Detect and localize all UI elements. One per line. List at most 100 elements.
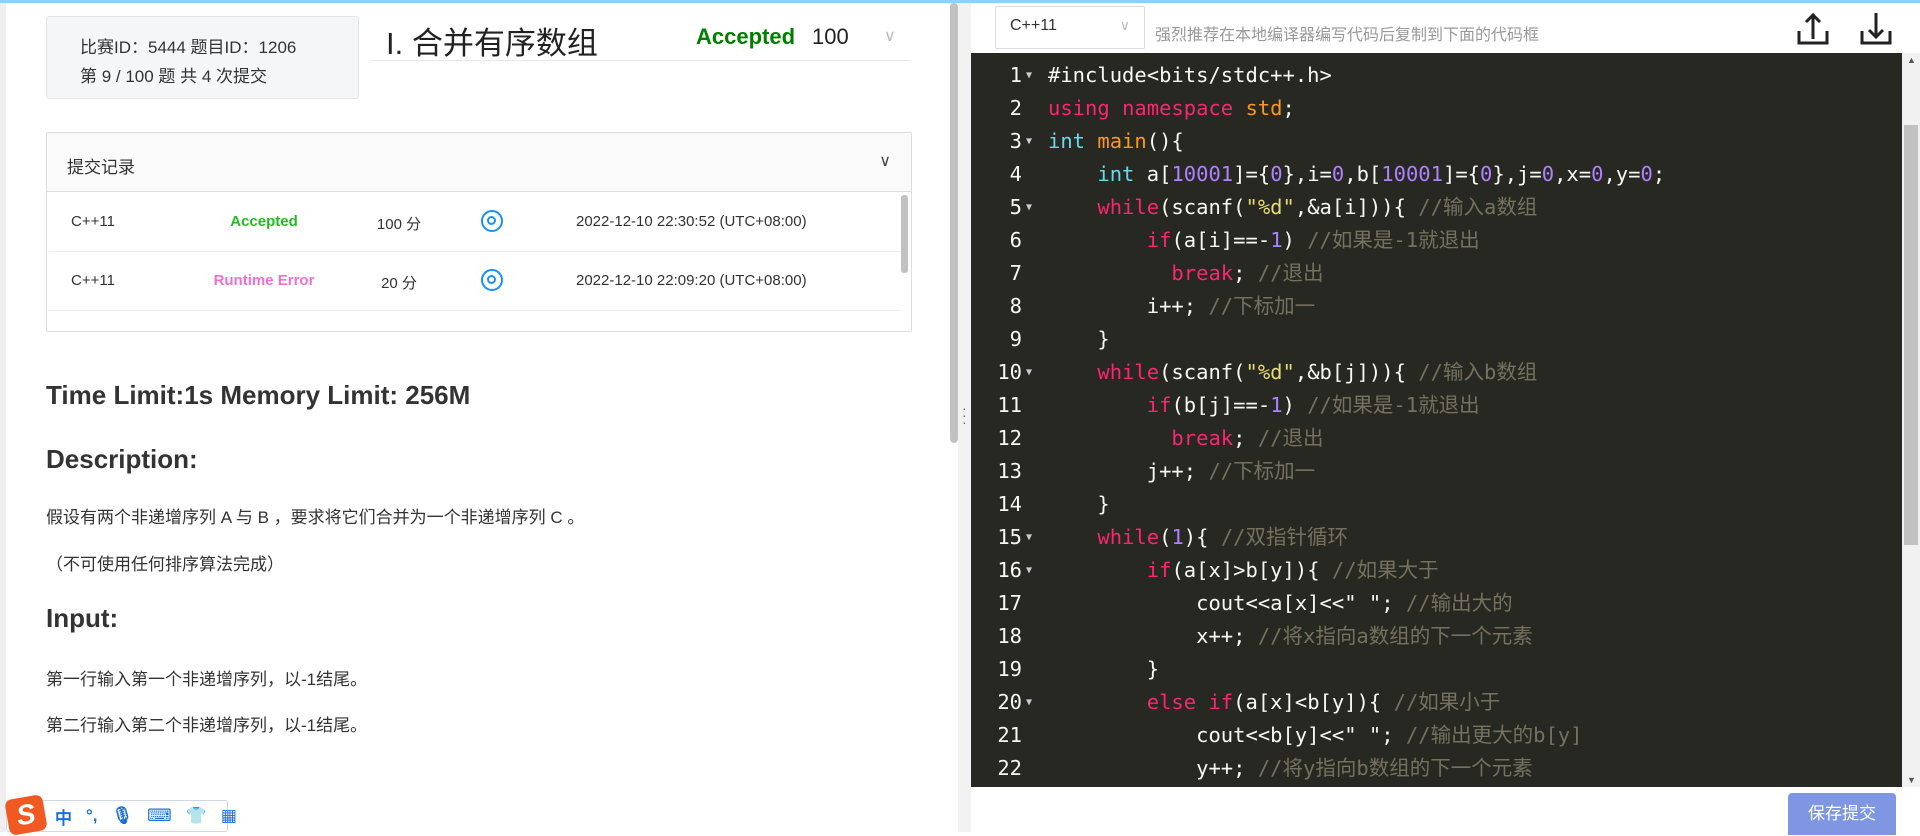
code-line[interactable]: 12 break; //退出: [971, 422, 1902, 455]
code-token: 0: [1591, 162, 1604, 186]
code-line[interactable]: 1 ▼ #include<bits/stdc++.h>: [971, 59, 1902, 92]
code-editor[interactable]: 1 ▼ #include<bits/stdc++.h> 2 using namespac…: [971, 53, 1902, 787]
fold-arrow-icon[interactable]: ▼: [1026, 59, 1032, 92]
code-token: ]={: [1233, 162, 1271, 186]
code-text: #include<bits/stdc++.h>: [1048, 59, 1332, 92]
eye-icon[interactable]: [481, 210, 503, 232]
fold-arrow-icon[interactable]: ▼: [1026, 191, 1032, 224]
scrollbar-thumb[interactable]: [1904, 125, 1918, 545]
code-line[interactable]: 6 if(a[i]==-1) //如果是-1就退出: [971, 224, 1902, 257]
code-line[interactable]: 2 using namespace std;: [971, 92, 1902, 125]
code-line[interactable]: 18 x++; //将x指向a数组的下一个元素: [971, 620, 1902, 653]
records-scrollbar[interactable]: [901, 195, 908, 273]
code-token: 10001: [1381, 162, 1443, 186]
line-number: 8: [1009, 294, 1022, 318]
code-token: 1: [1270, 228, 1283, 252]
eye-icon[interactable]: [481, 269, 503, 291]
keyboard-icon[interactable]: ⌨: [147, 806, 172, 826]
records-header[interactable]: 提交记录 ∨: [47, 133, 911, 192]
row-time: 2022-12-10 22:30:52 (UTC+08:00): [576, 213, 807, 230]
line-number: 13: [997, 459, 1022, 483]
code-line[interactable]: 16 ▼ if(a[x]>b[y]){ //如果大于: [971, 554, 1902, 587]
code-line[interactable]: 15 ▼ while(1){ //双指针循环: [971, 521, 1902, 554]
code-line[interactable]: 3 ▼ int main(){: [971, 125, 1902, 158]
code-line[interactable]: 4 int a[10001]={0},i=0,b[10001]={0},j=0,…: [971, 158, 1902, 191]
code-line[interactable]: 17 cout<<a[x]<<" "; //输出大的: [971, 587, 1902, 620]
code-line[interactable]: 11 if(b[j]==-1) //如果是-1就退出: [971, 389, 1902, 422]
code-token: while: [1097, 360, 1160, 384]
line-number: 17: [997, 591, 1022, 615]
editor-scrollbar[interactable]: ▲ ▼: [1902, 53, 1920, 787]
code-token: if: [1146, 558, 1172, 582]
code-line[interactable]: 19 }: [971, 653, 1902, 686]
panel-resize-handle[interactable]: · · ·: [958, 3, 971, 832]
problem-scrollbar[interactable]: [950, 3, 958, 443]
description-note: （不可使用任何排序算法完成）: [46, 555, 284, 574]
code-token: y++;: [1048, 756, 1258, 780]
code-token: main: [1097, 129, 1147, 153]
fold-arrow-icon[interactable]: ▼: [1026, 125, 1032, 158]
code-token: namespace: [1122, 96, 1234, 120]
code-token: //输出大的: [1405, 591, 1513, 615]
code-token: (a[i]==-: [1171, 228, 1271, 252]
code-line[interactable]: 7 break; //退出: [971, 257, 1902, 290]
code-token: 0: [1270, 162, 1283, 186]
code-token: while: [1097, 525, 1160, 549]
code-token: ;: [1233, 426, 1258, 450]
chevron-down-icon[interactable]: ∨: [879, 151, 891, 171]
apps-grid-icon[interactable]: ▦: [221, 806, 237, 826]
code-text: while(1){ //双指针循环: [1048, 521, 1348, 554]
page-title: I. 合并有序数组: [386, 26, 598, 61]
code-token: }: [1048, 327, 1110, 351]
code-token: break: [1171, 426, 1234, 450]
code-line[interactable]: 22 y++; //将y指向b数组的下一个元素: [971, 752, 1902, 785]
code-line[interactable]: 14 }: [971, 488, 1902, 521]
table-row: C++11 Runtime Error 20 分 2022-12-10 22:0…: [49, 252, 901, 311]
line-number: 1: [1009, 63, 1022, 87]
chevron-down-icon[interactable]: ∨: [884, 26, 896, 46]
fold-arrow-icon[interactable]: ▼: [1026, 554, 1032, 587]
code-line[interactable]: 8 i++; //下标加一: [971, 290, 1902, 323]
scroll-down-icon[interactable]: ▼: [1907, 775, 1916, 785]
code-text: cout<<a[x]<<" "; //输出大的: [1048, 587, 1513, 620]
code-token: cout<<a[x]<<" ";: [1048, 591, 1406, 615]
skin-shirt-icon[interactable]: 👕: [186, 806, 207, 826]
sogou-logo-icon[interactable]: S: [4, 793, 48, 836]
download-icon[interactable]: [1860, 11, 1892, 45]
code-token: //输入a数组: [1418, 195, 1538, 219]
ime-mode[interactable]: 中: [55, 804, 72, 829]
scroll-up-icon[interactable]: ▲: [1907, 55, 1916, 65]
code-text: using namespace std;: [1048, 92, 1295, 125]
code-line[interactable]: 5 ▼ while(scanf("%d",&a[i])){ //输入a数组: [971, 191, 1902, 224]
code-token: },i=: [1282, 162, 1332, 186]
code-token: using: [1048, 96, 1110, 120]
ime-punct[interactable]: °,: [86, 806, 98, 826]
upload-icon[interactable]: [1797, 11, 1829, 45]
fold-arrow-icon[interactable]: ▼: [1026, 356, 1032, 389]
code-line[interactable]: 20 ▼ else if(a[x]<b[y]){ //如果小于: [971, 686, 1902, 719]
save-submit-button[interactable]: 保存提交: [1788, 793, 1896, 835]
fold-arrow-icon[interactable]: ▼: [1026, 686, 1032, 719]
code-line[interactable]: 9 }: [971, 323, 1902, 356]
code-token: ,y=: [1603, 162, 1641, 186]
code-line[interactable]: 21 cout<<b[y]<<" "; //输出更大的b[y]: [971, 719, 1902, 752]
code-token: //退出: [1257, 426, 1324, 450]
description-heading: Description:: [46, 444, 198, 474]
row-language: C++11: [71, 272, 115, 289]
code-line[interactable]: 10 ▼ while(scanf("%d",&b[j])){ //输入b数组: [971, 356, 1902, 389]
code-token: std: [1245, 96, 1283, 120]
row-status: Accepted: [230, 213, 298, 230]
language-select[interactable]: C++11 ∨: [995, 6, 1145, 49]
code-token: 1: [1270, 393, 1283, 417]
code-line[interactable]: 13 j++; //下标加一: [971, 455, 1902, 488]
contest-problem-id: 比赛ID：5444 题目ID：1206: [80, 38, 297, 57]
fold-arrow-icon[interactable]: ▼: [1026, 521, 1032, 554]
line-number: 3: [1009, 129, 1022, 153]
microphone-icon[interactable]: 🎙: [112, 806, 134, 826]
code-text: while(scanf("%d",&a[i])){ //输入a数组: [1048, 191, 1537, 224]
code-token: //将x指向a数组的下一个元素: [1257, 624, 1533, 648]
